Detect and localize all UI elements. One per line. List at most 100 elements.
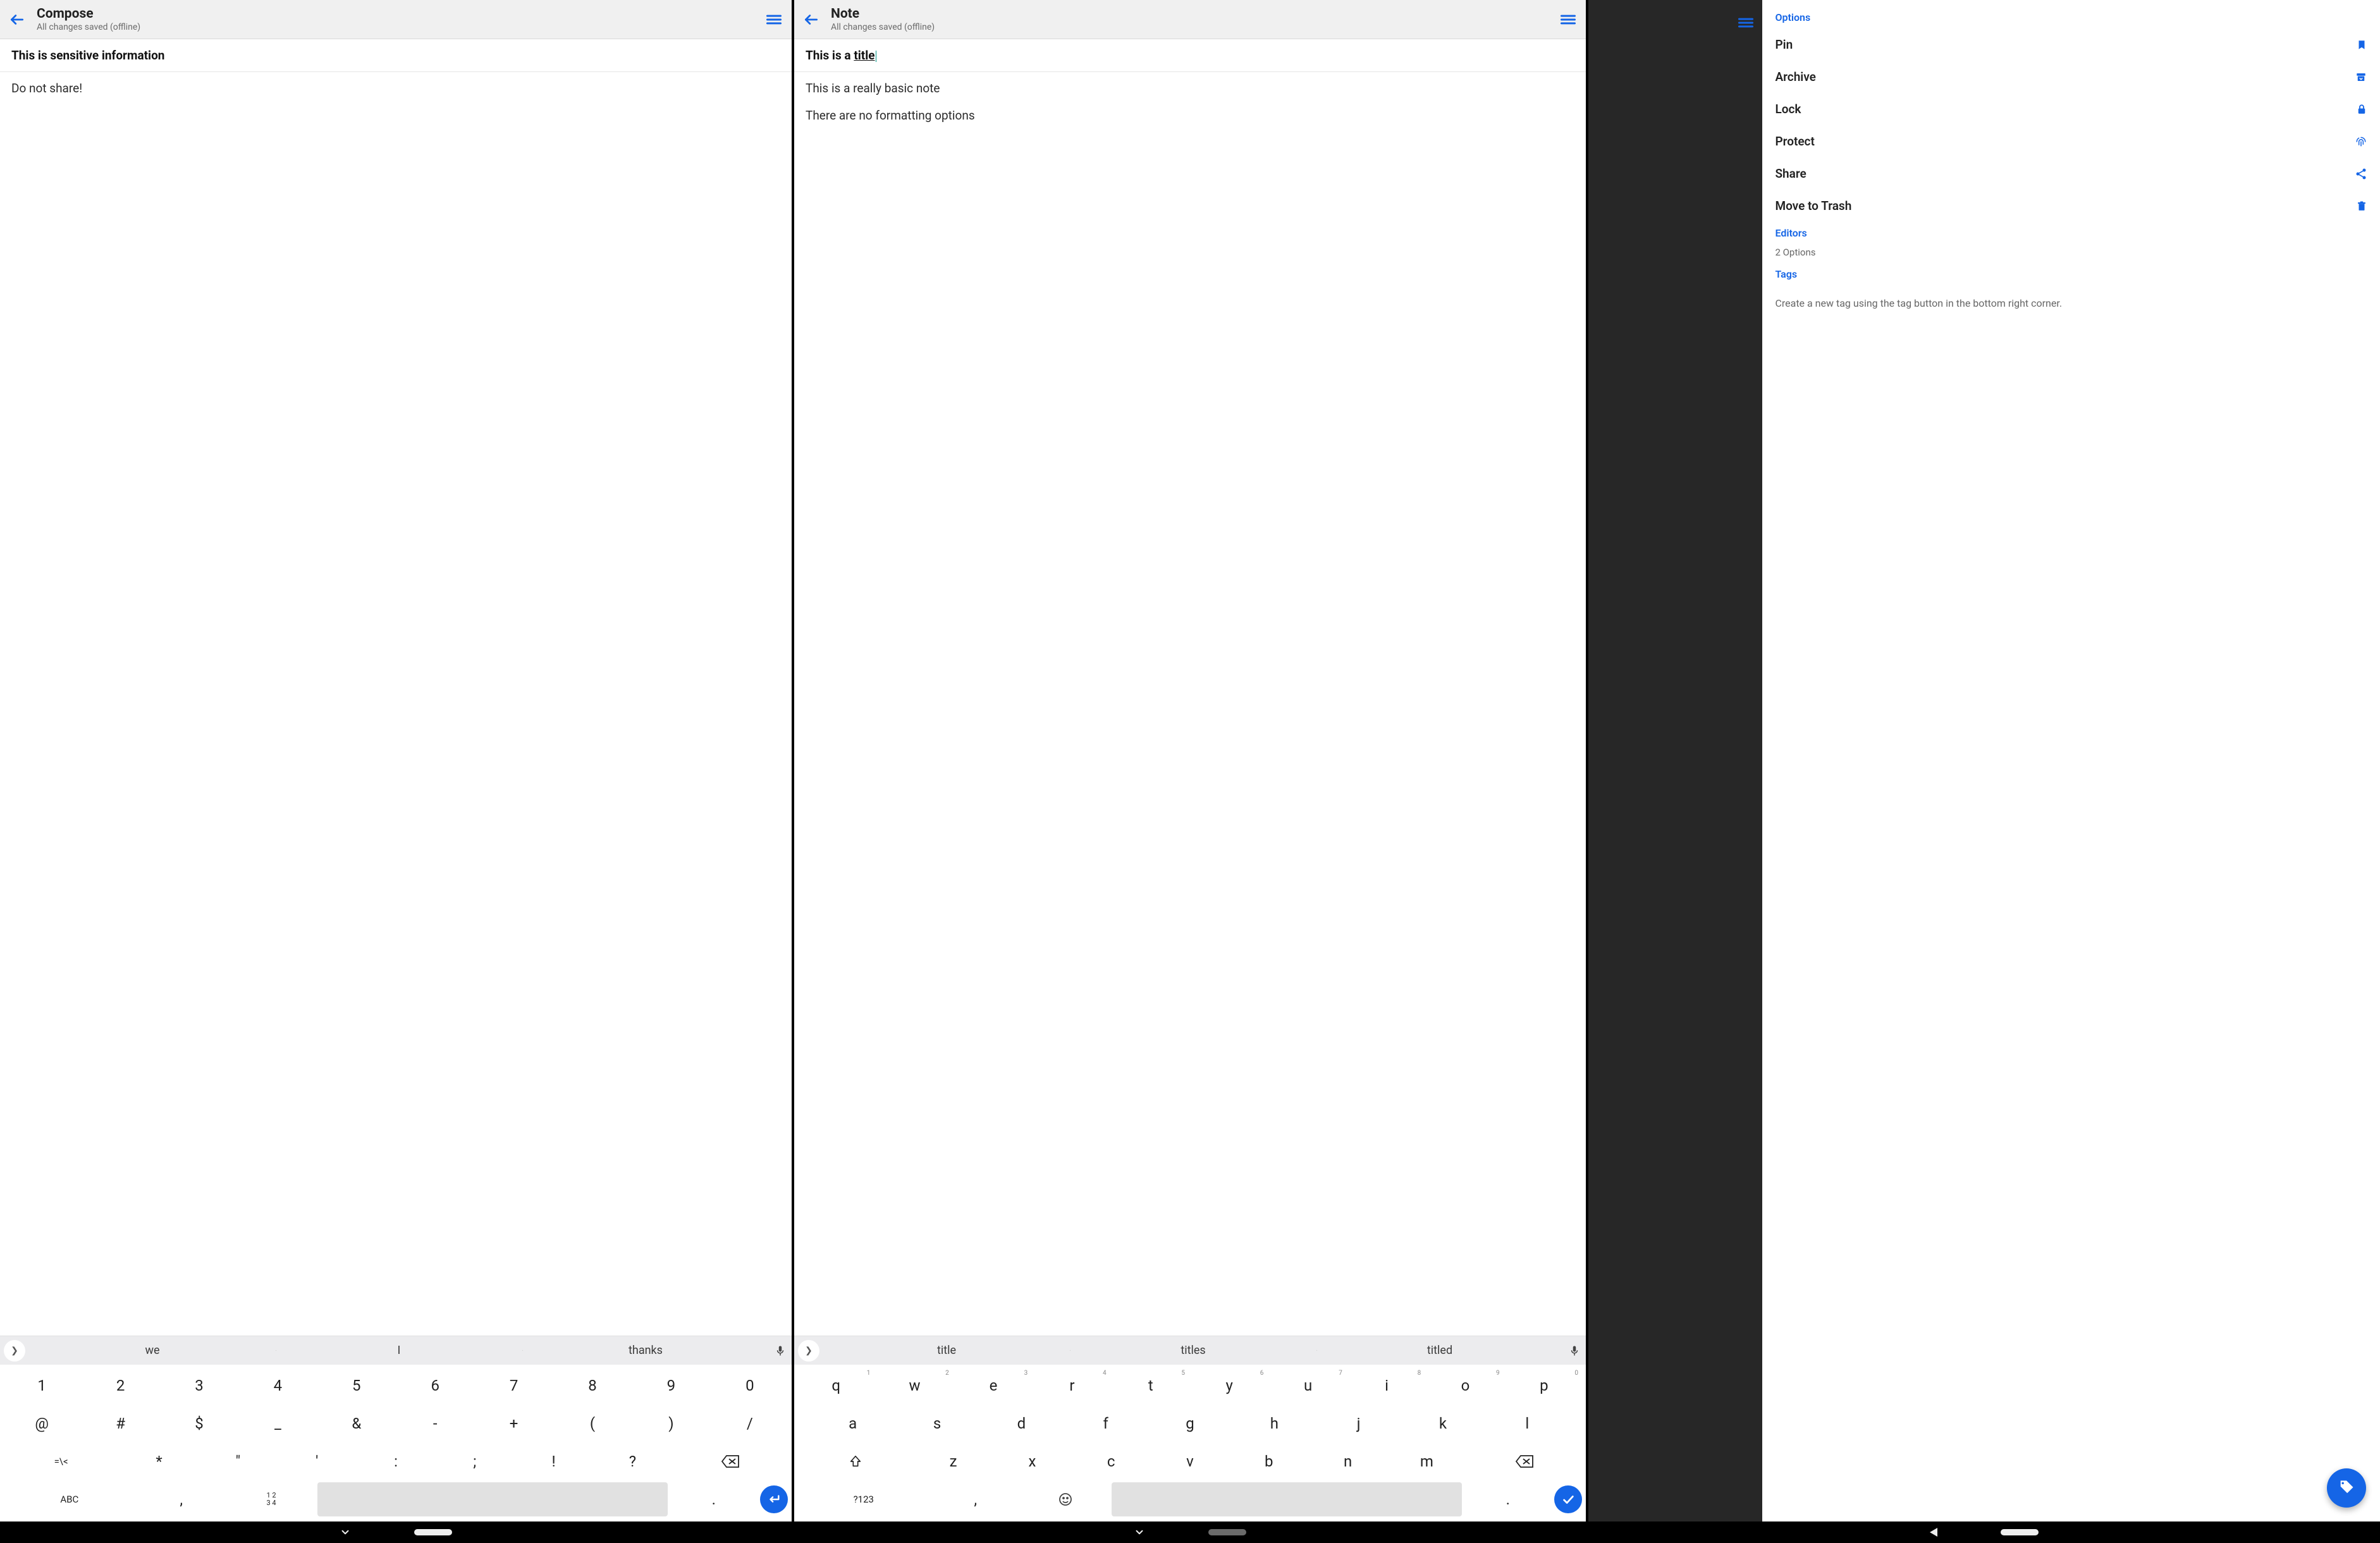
- backspace-key[interactable]: [673, 1444, 788, 1478]
- key[interactable]: &: [319, 1406, 395, 1441]
- suggestion[interactable]: title: [823, 1344, 1070, 1357]
- key[interactable]: 6: [397, 1368, 473, 1403]
- key[interactable]: *: [121, 1444, 197, 1478]
- key[interactable]: ': [279, 1444, 355, 1478]
- key[interactable]: x: [994, 1444, 1070, 1478]
- key[interactable]: @: [4, 1406, 80, 1441]
- editors-section-label[interactable]: Editors: [1762, 222, 2380, 244]
- key[interactable]: h: [1234, 1406, 1315, 1441]
- key[interactable]: /: [712, 1406, 788, 1441]
- key[interactable]: 2: [82, 1368, 158, 1403]
- key[interactable]: 5: [319, 1368, 395, 1403]
- suggestion[interactable]: we: [29, 1344, 276, 1357]
- expand-suggestions-icon[interactable]: ❯: [798, 1340, 819, 1362]
- backspace-key[interactable]: [1468, 1444, 1582, 1478]
- key[interactable]: q1: [798, 1368, 874, 1403]
- option-trash[interactable]: Move to Trash: [1762, 190, 2380, 222]
- mic-icon[interactable]: [1563, 1344, 1586, 1358]
- note-title[interactable]: This is a title: [794, 39, 1586, 72]
- key[interactable]: w2: [876, 1368, 952, 1403]
- key[interactable]: z: [915, 1444, 991, 1478]
- note-body[interactable]: This is a really basic note There are no…: [794, 72, 1586, 1336]
- key[interactable]: a: [812, 1406, 893, 1441]
- key[interactable]: l: [1487, 1406, 1568, 1441]
- key[interactable]: m: [1389, 1444, 1465, 1478]
- expand-suggestions-icon[interactable]: ❯: [4, 1340, 25, 1362]
- key[interactable]: 1: [4, 1368, 80, 1403]
- key[interactable]: d: [981, 1406, 1062, 1441]
- key-comma[interactable]: ,: [138, 1482, 225, 1516]
- key-numpad[interactable]: 1 23 4: [228, 1482, 315, 1516]
- key[interactable]: s: [896, 1406, 978, 1441]
- key[interactable]: c: [1073, 1444, 1150, 1478]
- key[interactable]: #: [82, 1406, 158, 1441]
- hamburger-menu-icon[interactable]: [1737, 14, 1755, 32]
- mic-icon[interactable]: [769, 1344, 792, 1358]
- key[interactable]: i8: [1349, 1368, 1425, 1403]
- nav-back-icon[interactable]: [1930, 1528, 1937, 1537]
- spacebar[interactable]: [317, 1482, 667, 1516]
- dimmed-backdrop[interactable]: [1588, 0, 1762, 1521]
- spacebar[interactable]: [1112, 1482, 1461, 1516]
- key[interactable]: f: [1065, 1406, 1146, 1441]
- key[interactable]: -: [397, 1406, 473, 1441]
- nav-home-pill[interactable]: [2001, 1529, 2039, 1535]
- key[interactable]: y6: [1191, 1368, 1267, 1403]
- key[interactable]: 9: [633, 1368, 709, 1403]
- done-key[interactable]: [1554, 1485, 1582, 1513]
- key[interactable]: 8: [555, 1368, 630, 1403]
- nav-home-pill[interactable]: [1208, 1529, 1246, 1535]
- key[interactable]: k: [1402, 1406, 1483, 1441]
- suggestion[interactable]: titles: [1070, 1344, 1316, 1357]
- enter-key[interactable]: [760, 1485, 788, 1513]
- key[interactable]: ;: [436, 1444, 513, 1478]
- key[interactable]: 0: [712, 1368, 788, 1403]
- key-period[interactable]: .: [670, 1482, 758, 1516]
- key[interactable]: $: [161, 1406, 237, 1441]
- suggestion[interactable]: titled: [1316, 1344, 1563, 1357]
- hamburger-menu-icon[interactable]: [765, 11, 783, 28]
- emoji-key[interactable]: [1022, 1482, 1109, 1516]
- key[interactable]: g: [1149, 1406, 1230, 1441]
- key[interactable]: _: [240, 1406, 316, 1441]
- option-protect[interactable]: Protect: [1762, 125, 2380, 157]
- key[interactable]: 3: [161, 1368, 237, 1403]
- key[interactable]: n: [1310, 1444, 1386, 1478]
- key[interactable]: (: [555, 1406, 630, 1441]
- key[interactable]: j: [1318, 1406, 1399, 1441]
- key-period[interactable]: .: [1464, 1482, 1552, 1516]
- note-body[interactable]: Do not share!: [0, 72, 792, 1336]
- option-archive[interactable]: Archive: [1762, 61, 2380, 93]
- key[interactable]: t5: [1113, 1368, 1189, 1403]
- note-title[interactable]: This is sensitive information: [0, 39, 792, 72]
- back-button[interactable]: [9, 11, 25, 28]
- key-more-symbols[interactable]: =\<: [4, 1444, 118, 1478]
- suggestion[interactable]: thanks: [522, 1344, 769, 1357]
- key-mode-abc[interactable]: ABC: [4, 1482, 135, 1516]
- key[interactable]: p0: [1506, 1368, 1582, 1403]
- shift-key[interactable]: [798, 1444, 912, 1478]
- key[interactable]: +: [475, 1406, 551, 1441]
- key[interactable]: ): [633, 1406, 709, 1441]
- tags-section-label[interactable]: Tags: [1762, 263, 2380, 285]
- nav-collapse-icon[interactable]: [340, 1527, 351, 1538]
- key[interactable]: e3: [955, 1368, 1031, 1403]
- option-pin[interactable]: Pin: [1762, 28, 2380, 61]
- new-tag-fab[interactable]: [2327, 1468, 2366, 1508]
- back-button[interactable]: [803, 11, 819, 28]
- nav-home-pill[interactable]: [414, 1529, 452, 1535]
- key[interactable]: r4: [1034, 1368, 1110, 1403]
- key-mode-123[interactable]: ?123: [798, 1482, 929, 1516]
- option-lock[interactable]: Lock: [1762, 93, 2380, 125]
- key[interactable]: ": [200, 1444, 276, 1478]
- suggestion[interactable]: I: [276, 1344, 522, 1357]
- key[interactable]: v: [1152, 1444, 1229, 1478]
- key-comma[interactable]: ,: [932, 1482, 1019, 1516]
- key[interactable]: b: [1230, 1444, 1307, 1478]
- key[interactable]: u7: [1270, 1368, 1346, 1403]
- key[interactable]: !: [515, 1444, 592, 1478]
- hamburger-menu-icon[interactable]: [1559, 11, 1577, 28]
- key[interactable]: ?: [594, 1444, 671, 1478]
- key[interactable]: o9: [1427, 1368, 1503, 1403]
- key[interactable]: :: [358, 1444, 434, 1478]
